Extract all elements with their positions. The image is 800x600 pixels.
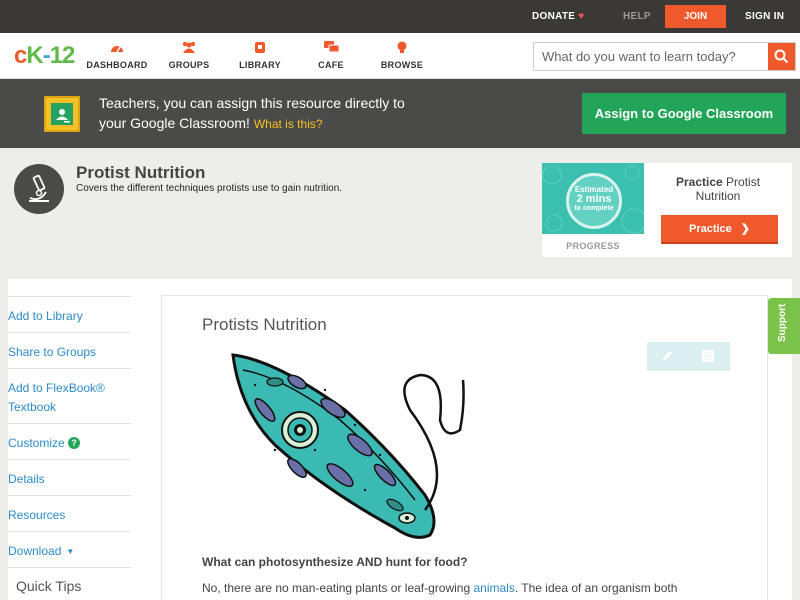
sidebar-item-add-to-flexbook[interactable]: Add to FlexBook® Textbook [8,368,131,417]
search-icon [774,49,789,64]
practice-title: Practice Protist Nutrition [675,175,761,203]
content-tools [647,342,730,371]
chevron-right-icon: ❯ [740,223,751,235]
notes-icon[interactable] [701,349,715,363]
intro-paragraph: No, there are no man-eating plants or le… [202,581,678,595]
google-classroom-icon [44,96,80,132]
sidebar-item-add-to-library[interactable]: Add to Library [8,296,131,326]
content-title: Protists Nutrition [202,315,327,334]
nav-groups[interactable]: GROUPS [154,41,224,70]
classroom-message: Teachers, you can assign this resource d… [99,95,405,131]
sidebar-item-details[interactable]: Details [8,459,131,489]
search-input[interactable] [534,43,768,70]
microscope-icon [14,164,64,214]
sidebar-item-share-to-groups[interactable]: Share to Groups [8,332,131,362]
animals-link[interactable]: animals [473,581,514,595]
nav-browse[interactable]: BROWSE [367,41,437,70]
page-title: Protist Nutrition [76,163,206,182]
donate-link[interactable]: DONATE ♥ [532,11,585,22]
help-link[interactable]: HELP [623,11,651,22]
sign-in-link[interactable]: SIGN IN [745,11,784,22]
nav-cafe[interactable]: CAFE [296,41,366,70]
page-subtitle: Covers the different techniques protists… [76,183,343,194]
estimated-time-badge: Estimated 2 mins to complete [566,173,622,229]
help-icon: ? [68,437,81,449]
heart-icon: ♥ [578,11,585,22]
groups-people-icon [154,41,224,57]
pencil-icon[interactable] [659,348,675,364]
practice-button[interactable]: Practice ❯ [661,215,778,244]
sidebar-item-customize[interactable]: Customize ? [8,423,131,453]
practice-card: Estimated 2 mins to complete PROGRESS Pr… [542,163,792,257]
main-nav: cK-12 DASHBOARD GROUPS LIBRARY CAFE BROW… [0,33,800,79]
assign-to-google-classroom-button[interactable]: Assign to Google Classroom [582,93,786,134]
cafe-chat-icon [296,41,366,57]
practice-progress-panel: Estimated 2 mins to complete [542,163,644,234]
ck12-logo[interactable]: cK-12 [14,42,75,70]
search-box [533,42,796,71]
what-is-this-link[interactable]: What is this? [254,117,323,131]
sidebar-item-download[interactable]: Download ▼ [8,531,131,561]
sidebar-divider [8,567,131,568]
euglena-illustration [231,353,465,539]
dashboard-gauge-icon [82,41,152,57]
library-book-icon [225,41,295,57]
progress-label: PROGRESS [566,241,620,251]
browse-bulb-icon [367,41,437,57]
search-button[interactable] [768,43,795,70]
top-bar: DONATE ♥ HELP JOIN SIGN IN [0,0,800,33]
lead-question: What can photosynthesize AND hunt for fo… [202,555,468,569]
join-button[interactable]: JOIN [665,5,726,28]
caret-down-icon: ▼ [66,547,75,556]
quick-tips-heading: Quick Tips [16,578,82,594]
nav-library[interactable]: LIBRARY [225,41,295,70]
nav-dashboard[interactable]: DASHBOARD [82,41,152,70]
support-tab[interactable]: Support [768,298,800,354]
sidebar-item-resources[interactable]: Resources [8,495,131,525]
